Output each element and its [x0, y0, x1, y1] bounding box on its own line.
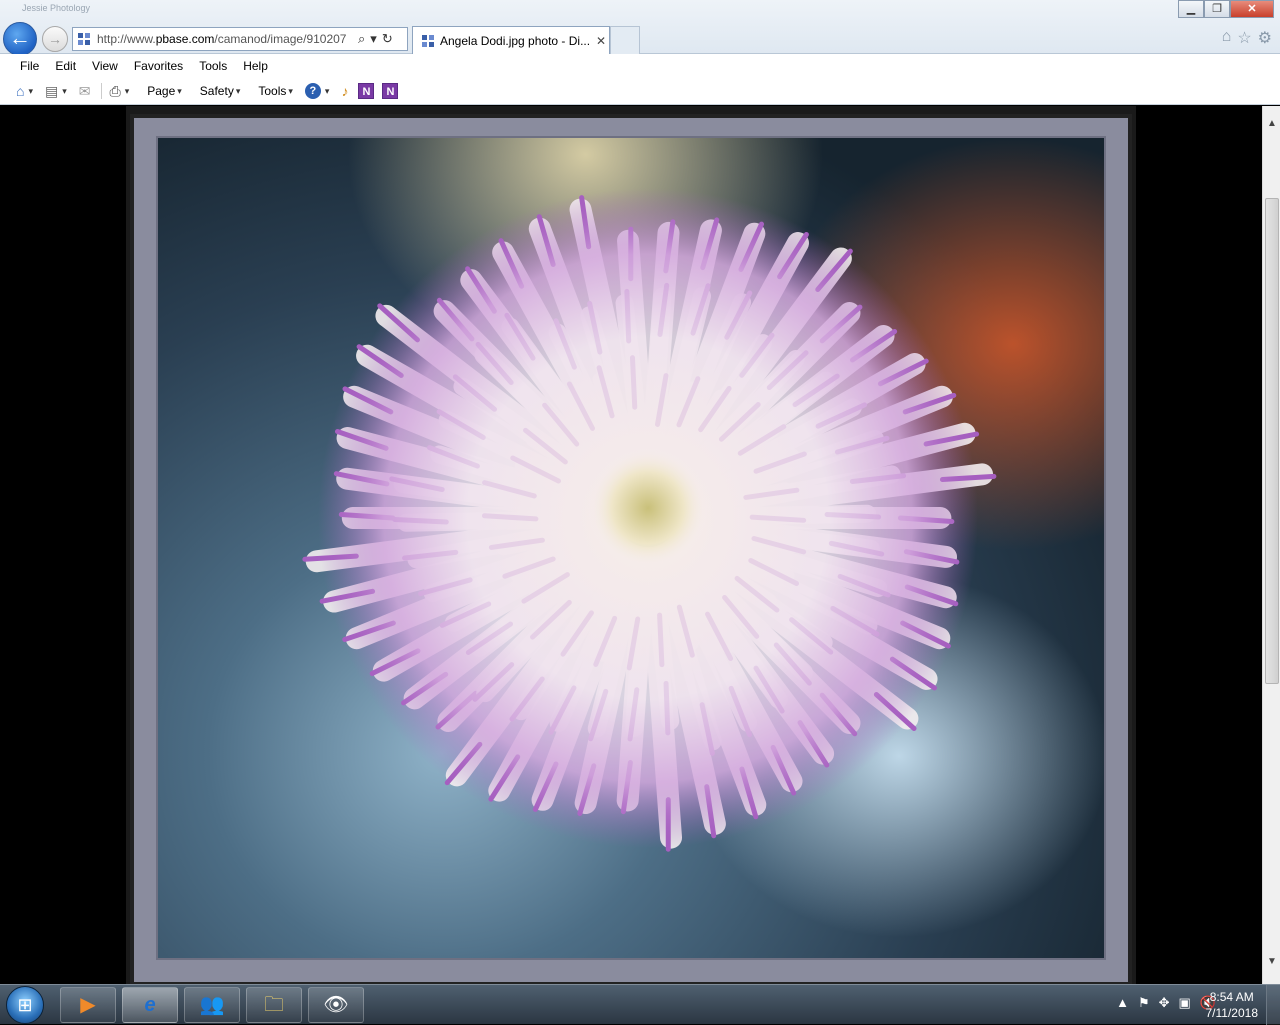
minimize-button[interactable]: ▁: [1178, 0, 1204, 18]
clock-time: 8:54 AM: [1206, 989, 1259, 1005]
menu-help[interactable]: Help: [235, 59, 276, 73]
address-bar[interactable]: http://www.pbase.com/camanod/image/91020…: [72, 27, 408, 51]
start-button[interactable]: ⊞: [6, 986, 44, 1024]
new-tab-button[interactable]: [610, 26, 640, 54]
onenote-icon[interactable]: N: [358, 83, 374, 99]
scroll-down-arrow-icon[interactable]: ▼: [1263, 956, 1280, 972]
window-controls: ▁ ❐ ✕: [1178, 0, 1274, 18]
safety-menu-button[interactable]: Safety: [200, 84, 234, 98]
clock-date: 7/11/2018: [1206, 1005, 1259, 1021]
tab-title: Angela Dodi.jpg photo - Di...: [440, 34, 590, 48]
photo-app-taskbar-button[interactable]: 👁: [308, 987, 364, 1023]
dahlia-image: [158, 138, 1106, 960]
chevron-down-icon[interactable]: ▾: [62, 86, 67, 97]
address-url[interactable]: http://www.pbase.com/camanod/image/91020…: [97, 32, 353, 46]
search-icon[interactable]: ⌕: [358, 31, 365, 47]
dropbox-icon[interactable]: ✥: [1159, 995, 1170, 1011]
chevron-down-icon[interactable]: ▾: [125, 86, 130, 97]
menu-favorites[interactable]: Favorites: [126, 59, 191, 73]
refresh-icon[interactable]: ↻: [382, 31, 393, 47]
window-title: Jessie Photology: [22, 3, 90, 13]
command-bar: ⌂ ▾ ▤ ▾ ✉ ⎙ ▾ Page ▾ Safety ▾ Tools ▾ ? …: [0, 78, 1280, 105]
media-player-taskbar-button[interactable]: ▶: [60, 987, 116, 1023]
onenote-linked-icon[interactable]: N: [382, 83, 398, 99]
scroll-up-arrow-icon[interactable]: ▲: [1263, 118, 1280, 134]
close-window-button[interactable]: ✕: [1230, 0, 1274, 18]
taskbar: ⊞ ▶ e 👥 🗀 👁 ▲ ⚑ ✥ ▣ 🔇 8:54 AM 7/11/2018: [0, 984, 1280, 1024]
messenger-taskbar-button[interactable]: 👥: [184, 987, 240, 1023]
feeds-icon[interactable]: ▤: [45, 83, 58, 100]
network-icon[interactable]: ▣: [1179, 995, 1191, 1011]
forward-button[interactable]: →: [42, 26, 68, 52]
back-button[interactable]: ←: [3, 22, 37, 56]
chevron-down-icon[interactable]: ▾: [370, 31, 377, 47]
url-prefix: http://www.: [97, 32, 156, 46]
system-tray: ▲ ⚑ ✥ ▣ 🔇: [1116, 995, 1216, 1011]
page-menu-button[interactable]: Page: [147, 84, 175, 98]
show-desktop-button[interactable]: [1266, 985, 1280, 1025]
pbase-favicon-icon: [77, 32, 91, 46]
menu-bar: File Edit View Favorites Tools Help: [0, 54, 1280, 78]
action-center-flag-icon[interactable]: ⚑: [1138, 995, 1150, 1011]
chevron-down-icon[interactable]: ▾: [236, 86, 241, 97]
separator: [101, 83, 102, 99]
file-explorer-taskbar-button[interactable]: 🗀: [246, 987, 302, 1023]
show-hidden-icons-icon[interactable]: ▲: [1116, 995, 1129, 1011]
menu-file[interactable]: File: [12, 59, 47, 73]
pbase-favicon-icon: [421, 34, 435, 48]
browser-right-icons: ⌂ ☆ ⚙: [1222, 28, 1272, 48]
print-icon[interactable]: ⎙: [110, 83, 121, 100]
menu-tools[interactable]: Tools: [191, 59, 235, 73]
chevron-down-icon[interactable]: ▾: [28, 86, 33, 97]
scroll-thumb[interactable]: [1265, 198, 1279, 684]
favorites-star-icon[interactable]: ☆: [1237, 28, 1251, 48]
chevron-down-icon[interactable]: ▾: [288, 86, 293, 97]
tools-menu-button[interactable]: Tools: [258, 84, 286, 98]
chevron-down-icon[interactable]: ▾: [325, 86, 330, 97]
url-domain: pbase.com: [156, 32, 215, 46]
browser-titlebar: Jessie Photology ← → http://www.pbase.co…: [0, 0, 1280, 54]
home-icon[interactable]: ⌂: [1222, 28, 1232, 48]
gear-icon[interactable]: ⚙: [1258, 28, 1272, 48]
menu-edit[interactable]: Edit: [47, 59, 84, 73]
tab-active[interactable]: Angela Dodi.jpg photo - Di... ✕: [412, 26, 610, 54]
url-path: /camanod/image/910207: [214, 32, 346, 46]
dahlia-photo[interactable]: [156, 136, 1106, 960]
flower-center: [588, 448, 708, 568]
menu-view[interactable]: View: [84, 59, 126, 73]
close-icon[interactable]: ✕: [596, 34, 606, 48]
research-icon[interactable]: ♪: [341, 83, 348, 99]
chevron-down-icon[interactable]: ▾: [177, 86, 182, 97]
vertical-scrollbar[interactable]: ▲ ▼: [1262, 106, 1280, 984]
maximize-button[interactable]: ❐: [1204, 0, 1230, 18]
home-icon[interactable]: ⌂: [16, 83, 24, 99]
clock[interactable]: 8:54 AM 7/11/2018: [1206, 989, 1259, 1021]
mail-icon[interactable]: ✉: [79, 83, 91, 100]
internet-explorer-taskbar-button[interactable]: e: [122, 987, 178, 1023]
help-icon[interactable]: ?: [305, 83, 321, 99]
